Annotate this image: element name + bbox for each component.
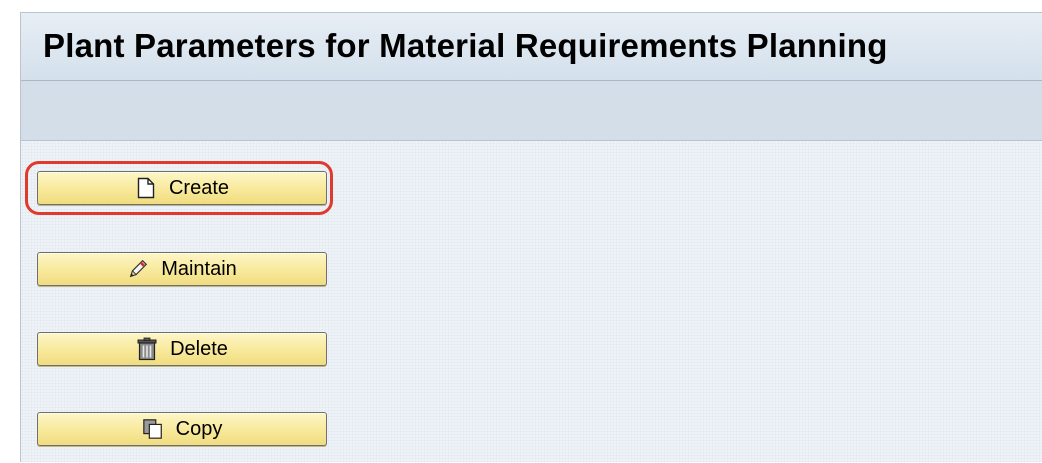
sap-window: Plant Parameters for Material Requiremen… bbox=[20, 12, 1042, 462]
delete-button[interactable]: Delete bbox=[37, 332, 327, 366]
delete-button-label: Delete bbox=[170, 338, 228, 360]
create-button-label: Create bbox=[168, 177, 230, 199]
trash-icon bbox=[136, 337, 158, 361]
page-title: Plant Parameters for Material Requiremen… bbox=[43, 27, 888, 64]
create-button[interactable]: Create bbox=[37, 171, 327, 205]
copy-button-label: Copy bbox=[175, 418, 223, 440]
maintain-button-label: Maintain bbox=[161, 258, 237, 280]
copy-button[interactable]: Copy bbox=[37, 412, 327, 446]
content-area: Create Maintain Delete Copy bbox=[21, 141, 1042, 463]
maintain-button[interactable]: Maintain bbox=[37, 252, 327, 286]
title-bar: Plant Parameters for Material Requiremen… bbox=[21, 13, 1042, 81]
new-document-icon bbox=[135, 176, 157, 200]
pencil-icon bbox=[127, 257, 149, 281]
copy-icon bbox=[142, 417, 164, 441]
application-toolbar bbox=[21, 81, 1042, 141]
